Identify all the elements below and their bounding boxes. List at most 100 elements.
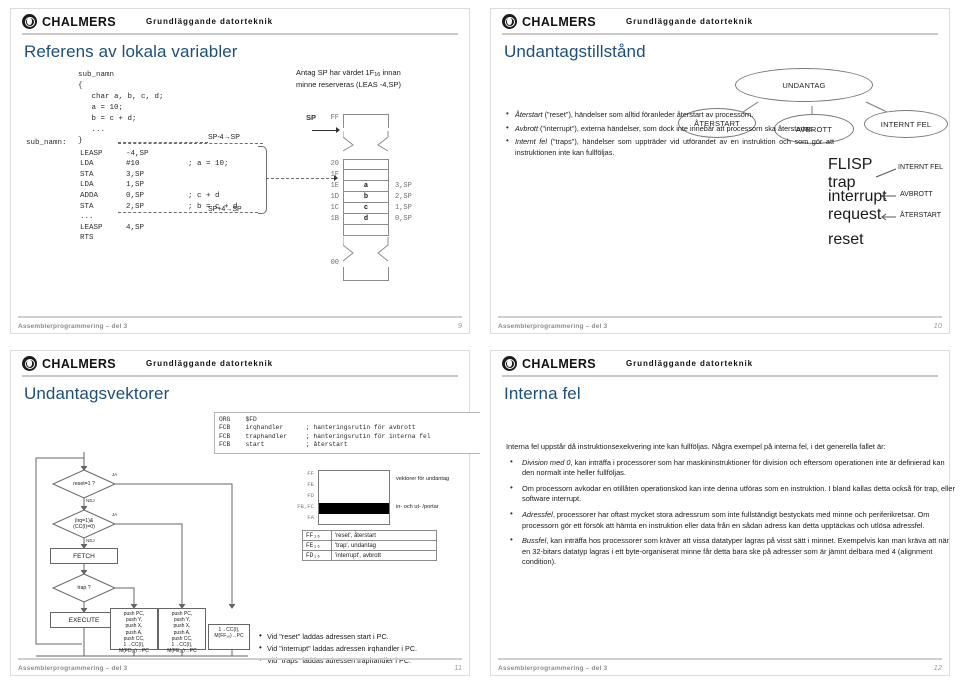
header-rule <box>502 375 938 377</box>
vec-row-ports <box>318 503 390 514</box>
memory-break-top-icon <box>342 131 389 152</box>
slide-footer: Assemblerprogrammering – del 3 11 <box>18 658 462 672</box>
decision-trap-label: trap ? <box>77 585 91 591</box>
vec-row <box>318 481 390 492</box>
asm-arg: 3,SP <box>126 170 145 179</box>
sp-note-line2: minne reserveras (LEAS -4,SP) <box>296 80 402 89</box>
mem-cell: b <box>343 192 389 203</box>
asm-row: ... <box>26 212 238 223</box>
vector-desc: 'interrupt', avbrott <box>331 550 437 561</box>
header-rule <box>22 33 458 35</box>
cpu-flowchart: reset=1 ? (irq=1)& (CC(I)=0) trap ? FETC… <box>22 448 250 660</box>
slide-footer: Assemblerprogrammering – del 3 10 <box>498 316 942 330</box>
vector-addr: FD₁₆ <box>302 550 332 561</box>
decision-irq: (irq=1)& (CC(I)=0) <box>53 510 115 538</box>
mem-addr: 1F <box>330 171 339 179</box>
tree-node-internt-fel: INTERNT FEL <box>864 110 948 138</box>
bullet-division-by-zero: Division med 0, kan inträffa i processor… <box>506 457 958 479</box>
assembly-listing: sub_namn: LEASP -4,SP LDA #10; a = 10; STA… <box>26 138 238 244</box>
asm-op: ... <box>80 213 94 222</box>
asm-op: STA <box>80 202 94 211</box>
asm-op: LDA <box>80 160 94 169</box>
vector-desc: 'trap', undantag <box>331 540 437 551</box>
asm-cmt <box>188 180 238 191</box>
memory-diagram: FF 20 1F 1E a 3,SP 1D b 2,SP 1C c 1,SP 1… <box>331 114 412 281</box>
asm-cmt: ; a = 10; <box>188 160 229 169</box>
asm-arg: #10 <box>126 160 140 169</box>
intro-paragraph: Interna fel uppstår då instruktionsexekv… <box>506 442 886 451</box>
brand-label: CHALMERS <box>522 14 597 29</box>
slide-1-body: sub_namn { char a, b, c, d; a = 10; b = … <box>18 64 462 289</box>
flisp-box: FLISP trap interrupt request reset <box>828 156 887 260</box>
footer-rule <box>18 658 462 660</box>
mem-bottom-addr: 00 <box>330 259 339 267</box>
vec-addr: FD <box>307 492 314 499</box>
push-block-trap: push PC, push Y, push X, push A, push CC… <box>110 608 158 654</box>
mem-top-cell <box>343 114 389 128</box>
course-label: Grundläggande datorteknik <box>146 17 273 26</box>
asm-arg <box>126 233 188 244</box>
bullet-interrupt-vector: Vid "interrupt" laddas adressen irqhandl… <box>258 643 476 654</box>
bullet-emphasis: Återstart <box>515 110 543 119</box>
asm-op: LDA <box>80 181 94 190</box>
brand-label: CHALMERS <box>522 356 597 371</box>
asm-cmt <box>188 149 238 160</box>
internal-error-bullets: Division med 0, kan inträffa i processor… <box>506 457 958 568</box>
node-execute: EXECUTE <box>50 612 118 628</box>
footer-text: Assemblerprogrammering – del 3 <box>498 323 608 330</box>
memory-break-bottom-icon <box>342 237 389 262</box>
page-number: 10 <box>933 321 942 330</box>
bullet-avbrott: Avbrott ("interrupt"), externa händelser… <box>504 123 834 135</box>
chalmers-logo: CHALMERS <box>22 14 116 29</box>
bullet-emphasis: Division med 0 <box>522 457 571 467</box>
mem-addr: 1C <box>330 204 339 212</box>
vec-addr: FF <box>307 470 314 477</box>
dashed-connector-mem <box>266 178 334 179</box>
asm-row: ADDA 0,SP ; c + d <box>26 191 238 202</box>
slide-deck: CHALMERS Grundläggande datorteknik Refer… <box>0 0 960 684</box>
slide-footer: Assemblerprogrammering – del 3 9 <box>18 316 462 330</box>
footer-rule <box>18 316 462 318</box>
slide-3-body: ORG $FD FCB irqhandler ; hanteringsrutin… <box>18 404 480 665</box>
mem-cell <box>343 225 389 236</box>
bullet-text: , kan inträffa i processorer som har mas… <box>522 457 945 478</box>
asm-op: STA <box>80 170 94 179</box>
asm-op: LEASP <box>80 149 103 158</box>
asm-row: LDA 1,SP <box>26 180 238 191</box>
asm-arg: 0,SP <box>126 191 145 200</box>
bullet-address-error: Adressfel, processorer har oftast mycket… <box>506 509 958 531</box>
asm-row: LDA #10 ; a = 10; <box>26 159 238 170</box>
mem-bottom-cell <box>343 267 389 281</box>
asm-arg <box>126 212 188 223</box>
decision-trap: trap ? <box>53 574 115 602</box>
sp-arrow-head <box>336 127 340 133</box>
vector-table-row: FF₁₆ 'reset', återstart <box>302 530 437 541</box>
slide-4-body: Interna fel uppstår då instruktionsexekv… <box>506 442 958 568</box>
asm-arg: 1,SP <box>126 181 145 190</box>
chalmers-logo: CHALMERS <box>22 356 116 371</box>
bullet-text: ("traps"), händelser som uppträder vid u… <box>515 137 834 157</box>
mem-top-addr: FF <box>330 114 339 122</box>
dashed-connector-top2 <box>118 143 263 144</box>
asm-row: LEASP 4,SP <box>26 223 238 234</box>
instruction-brace <box>258 146 267 214</box>
mem-addr: 1E <box>330 182 339 190</box>
bullet-emphasis: Bussfel <box>522 536 547 546</box>
label-yes-reset: JA <box>112 472 118 477</box>
asm-row: LEASP -4,SP <box>26 149 238 160</box>
slide-3: CHALMERS Grundläggande datorteknik Undan… <box>0 342 480 684</box>
page-number: 9 <box>457 321 462 330</box>
flisp-irq-cell: interrupt request <box>828 188 887 223</box>
sp-arrow-line <box>312 130 338 131</box>
asm-cmt: ; c + d <box>188 191 220 200</box>
slide-header: CHALMERS Grundläggande datorteknik <box>18 352 462 374</box>
asm-arg: 2,SP <box>126 202 145 211</box>
vec-addr: FE <box>307 481 314 488</box>
vec-addr: FB,FC <box>297 503 314 510</box>
footer-text: Assemblerprogrammering – del 3 <box>498 665 608 672</box>
mem-cell: d <box>343 214 389 225</box>
slide-2-body: UNDANTAG ÅTERSTART AVBROTT INTERNT FEL Å… <box>498 68 948 335</box>
label-no-irq: NEJ <box>86 538 95 543</box>
header-rule <box>22 375 458 377</box>
slide-header: CHALMERS Grundläggande datorteknik <box>18 10 462 32</box>
